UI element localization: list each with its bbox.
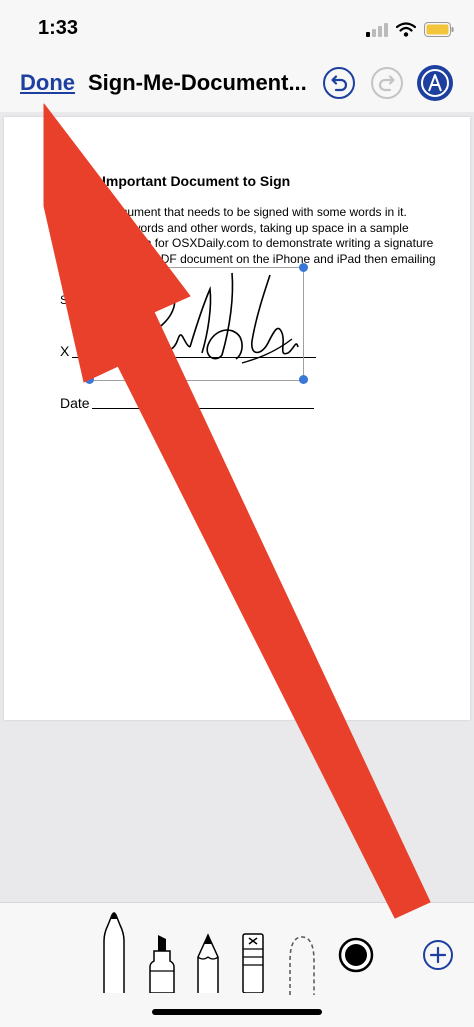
nav-bar: Done Sign-Me-Document... xyxy=(0,58,474,112)
battery-icon xyxy=(424,22,454,37)
pdf-page: Important Document to Sign This is a doc… xyxy=(4,117,470,720)
pen-icon xyxy=(103,912,125,993)
home-indicator[interactable] xyxy=(152,1009,322,1015)
markup-icon xyxy=(417,65,453,101)
color-picker-icon xyxy=(338,937,374,973)
color-picker[interactable] xyxy=(338,937,374,976)
pencil-tool[interactable] xyxy=(196,933,220,996)
pen-tool[interactable] xyxy=(102,911,126,996)
add-button[interactable] xyxy=(422,939,454,974)
date-line xyxy=(92,408,314,409)
status-time: 1:33 xyxy=(38,17,79,39)
add-icon xyxy=(423,940,453,970)
document-heading: Important Document to Sign xyxy=(102,173,291,189)
done-button[interactable]: Done xyxy=(20,70,75,96)
lasso-icon xyxy=(289,936,315,995)
marker-icon xyxy=(149,935,175,994)
markup-button[interactable] xyxy=(416,64,454,102)
marker-tool[interactable] xyxy=(148,933,176,996)
signal-icon xyxy=(366,22,388,37)
redo-button[interactable] xyxy=(370,66,404,100)
pencil-icon xyxy=(197,933,219,993)
handwritten-signature[interactable] xyxy=(92,267,302,379)
status-bar: 1:33 xyxy=(0,0,474,58)
status-icons xyxy=(366,22,454,37)
signature-prefix: X xyxy=(60,343,70,359)
document-title: Sign-Me-Document... xyxy=(88,70,307,95)
eraser-tool[interactable] xyxy=(242,933,264,996)
redo-icon xyxy=(371,67,403,99)
undo-icon xyxy=(323,67,355,99)
eraser-icon xyxy=(242,933,264,994)
date-label: Date xyxy=(60,395,90,411)
undo-button[interactable] xyxy=(322,66,356,100)
wifi-icon xyxy=(396,22,416,37)
lasso-tool[interactable] xyxy=(284,933,320,998)
